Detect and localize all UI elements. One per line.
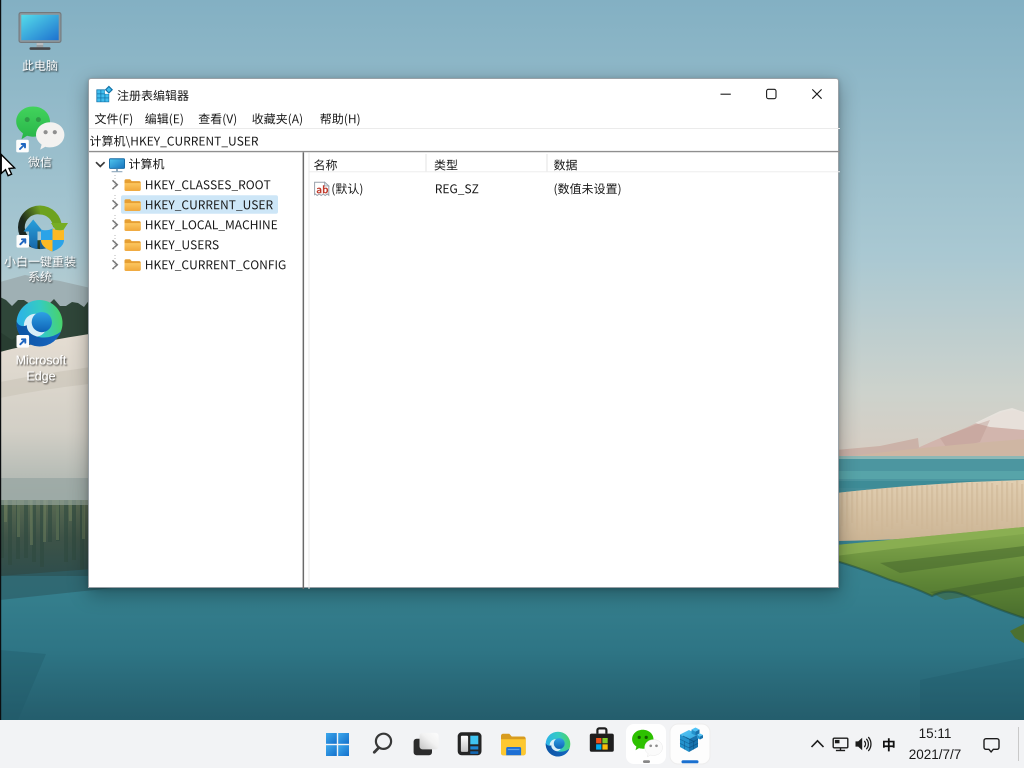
- svg-text:Edge: Edge: [26, 370, 55, 384]
- svg-text:Microsoft: Microsoft: [16, 354, 67, 368]
